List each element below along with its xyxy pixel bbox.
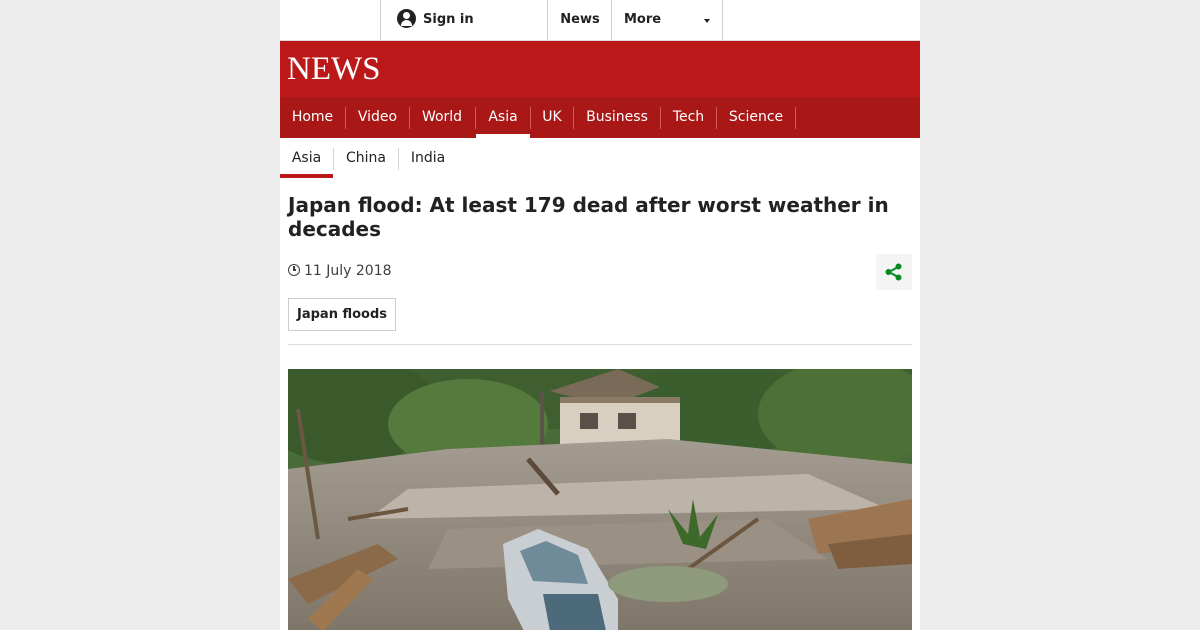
share-button[interactable] [876,254,912,290]
subnav-item-india[interactable]: India [399,138,457,178]
page: Sign in News More NEWS Home Video World … [280,0,920,630]
subnav-label: India [410,150,446,166]
hero-image [288,369,912,630]
sign-in-label: Sign in [423,12,474,27]
nav-separator [795,107,796,129]
share-icon [885,263,902,281]
nav-item-uk[interactable]: UK [531,97,573,138]
subnav-item-china[interactable]: China [334,138,398,178]
nav-label: Video [357,109,398,125]
nav-item-business[interactable]: Business [574,97,660,138]
more-menu-button[interactable]: More [611,0,723,40]
nav-label: Asia [488,109,518,125]
article-date: 11 July 2018 [288,262,392,280]
brand-blocks[interactable] [280,0,380,40]
topic-tag-label: Japan floods [297,307,388,322]
top-bar: Sign in News More [280,0,920,41]
subnav-label: China [346,150,386,166]
subnav-item-asia[interactable]: Asia [280,138,333,178]
clock-icon [288,263,300,276]
secondary-nav: Asia China India [280,138,920,178]
primary-nav: Home Video World Asia UK Business Tech S… [280,97,920,138]
news-logo[interactable]: NEWS [287,51,381,87]
nav-item-tech[interactable]: Tech [661,97,716,138]
nav-label: Home [291,109,334,125]
divider [288,344,912,345]
nav-item-world[interactable]: World [410,97,474,138]
avatar-icon [397,8,416,28]
news-link[interactable]: News [547,0,612,40]
nav-label: UK [542,109,562,125]
caret-down-icon [704,19,710,23]
nav-label: Tech [672,109,705,125]
flood-debris-illustration [288,369,912,630]
more-label: More [624,12,662,27]
date-text: 11 July 2018 [304,263,392,279]
nav-item-asia[interactable]: Asia [476,97,530,138]
sign-in-button[interactable]: Sign in [380,0,548,40]
masthead: NEWS [280,41,920,97]
topic-tag[interactable]: Japan floods [288,298,397,331]
nav-label: Science [728,109,784,125]
article-headline: Japan flood: At least 179 dead after wor… [288,193,889,241]
news-link-label: News [560,12,600,27]
subnav-label: Asia [291,150,322,166]
nav-label: World [421,109,463,125]
nav-label: Business [586,109,648,125]
nav-item-science[interactable]: Science [717,97,795,138]
nav-item-home[interactable]: Home [280,97,345,138]
nav-item-video[interactable]: Video [346,97,409,138]
